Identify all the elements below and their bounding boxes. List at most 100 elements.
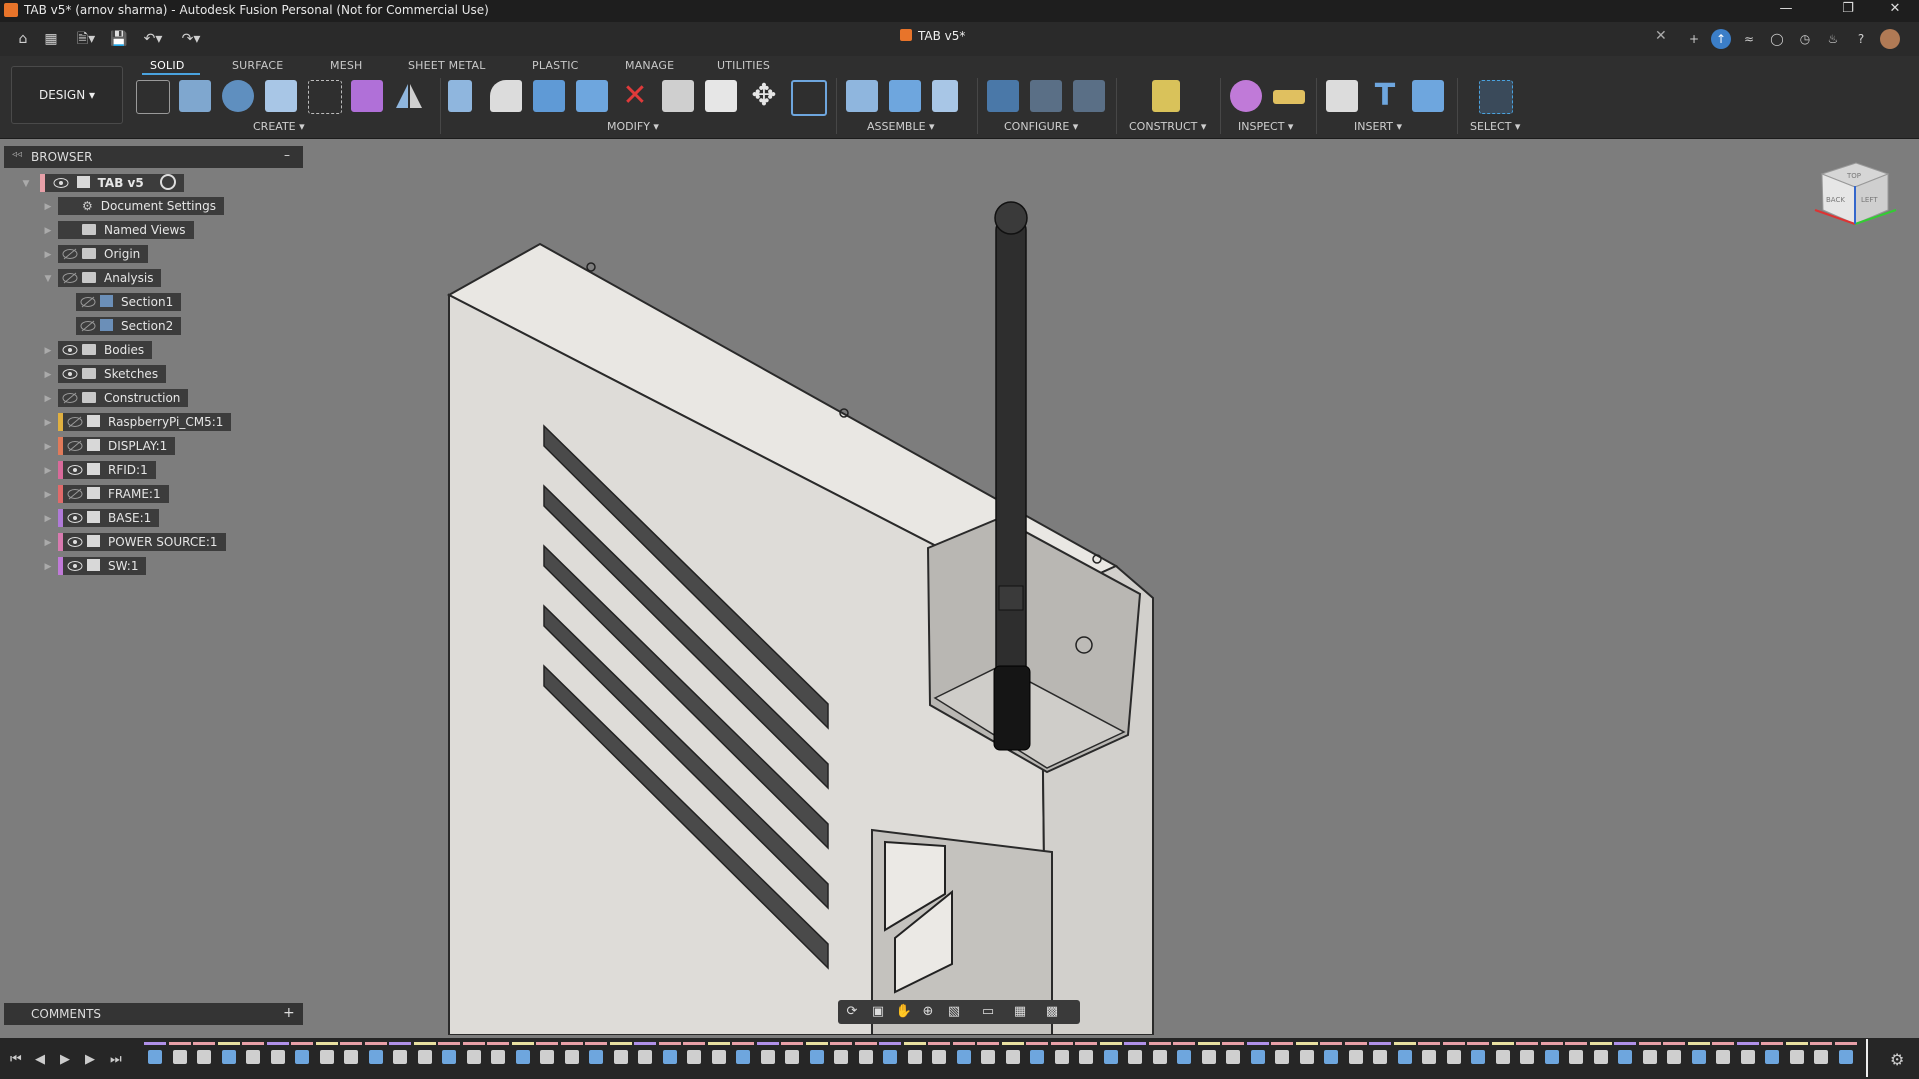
timeline-feature-strip[interactable]: [144, 1038, 1874, 1079]
timeline-feature-icon[interactable]: [1128, 1050, 1142, 1064]
timeline-feature-icon[interactable]: [368, 1050, 383, 1064]
visibility-eye-icon[interactable]: [67, 464, 83, 476]
timeline-feature-icon[interactable]: [1838, 1050, 1853, 1064]
play-icon[interactable]: ▶: [60, 1052, 70, 1067]
comments-panel-header[interactable]: COMMENTS +: [4, 1003, 303, 1025]
expand-arrow-icon[interactable]: ▶: [42, 465, 54, 477]
home-icon[interactable]: ⌂: [12, 28, 34, 50]
timeline-feature-icon[interactable]: [1373, 1050, 1387, 1064]
timeline-feature-icon[interactable]: [1569, 1050, 1583, 1064]
fillet-icon[interactable]: [490, 80, 522, 112]
browser-item[interactable]: Origin: [58, 245, 149, 263]
timeline-feature-icon[interactable]: [1544, 1050, 1559, 1064]
timeline-feature-icon[interactable]: [491, 1050, 505, 1064]
timeline-settings-gear-icon[interactable]: ⚙: [1890, 1050, 1904, 1069]
timeline-feature-icon[interactable]: [883, 1050, 897, 1064]
notifications-bell-icon[interactable]: ♨: [1823, 29, 1843, 49]
timeline-feature-icon[interactable]: [760, 1050, 775, 1064]
timeline-feature-icon[interactable]: [834, 1050, 848, 1064]
timeline-feature-icon[interactable]: [515, 1050, 530, 1064]
expand-arrow-icon[interactable]: ▶: [42, 417, 54, 429]
restore-icon[interactable]: ❐: [1833, 1, 1863, 16]
tab-plastic[interactable]: PLASTIC: [532, 59, 579, 72]
browser-item[interactable]: FRAME:1: [58, 485, 169, 503]
expand-arrow-icon[interactable]: ▶: [42, 201, 54, 213]
tab-utilities[interactable]: UTILITIES: [717, 59, 770, 72]
timeline-feature-icon[interactable]: [1471, 1050, 1485, 1064]
save-icon[interactable]: 💾: [108, 28, 130, 50]
timeline-feature-icon[interactable]: [1814, 1050, 1828, 1064]
look-at-icon[interactable]: ▣: [868, 1003, 888, 1021]
timeline-feature-icon[interactable]: [442, 1050, 456, 1064]
timeline-feature-icon[interactable]: [1079, 1050, 1093, 1064]
pattern-icon[interactable]: [308, 80, 342, 114]
timeline-feature-icon[interactable]: [736, 1050, 750, 1064]
tab-solid[interactable]: SOLID: [150, 59, 184, 72]
mirror-icon[interactable]: [394, 80, 426, 112]
split-body-icon[interactable]: [576, 80, 608, 112]
tab-sheet-metal[interactable]: SHEET METAL: [408, 59, 486, 72]
timeline-feature-icon[interactable]: [981, 1050, 995, 1064]
timeline-feature-icon[interactable]: [1397, 1050, 1412, 1064]
timeline-feature-icon[interactable]: [1740, 1050, 1755, 1064]
timeline-feature-icon[interactable]: [1226, 1050, 1240, 1064]
display-settings-icon[interactable]: ▭: [978, 1003, 998, 1021]
clock-icon[interactable]: ◷: [1795, 29, 1815, 49]
expand-arrow-icon[interactable]: ▶: [42, 345, 54, 357]
expand-arrow-icon[interactable]: ▶: [42, 489, 54, 501]
visibility-hidden-icon[interactable]: [67, 440, 83, 452]
hole-icon[interactable]: [265, 80, 297, 112]
extensions-icon[interactable]: ↑: [1711, 29, 1731, 49]
online-status-icon[interactable]: ◯: [1767, 29, 1787, 49]
extrude-icon[interactable]: [179, 80, 211, 112]
browser-item[interactable]: POWER SOURCE:1: [58, 533, 226, 551]
browser-item[interactable]: Named Views: [58, 221, 194, 239]
visibility-hidden-icon[interactable]: [62, 272, 78, 284]
expand-arrow-icon[interactable]: ▶: [42, 537, 54, 549]
timeline-marker[interactable]: [1866, 1039, 1868, 1077]
timeline-feature-icon[interactable]: [1422, 1050, 1436, 1064]
delete-icon[interactable]: ✕: [619, 80, 651, 112]
timeline-feature-icon[interactable]: [1593, 1050, 1608, 1064]
browser-item[interactable]: BASE:1: [58, 509, 160, 527]
configure-rule-icon[interactable]: [1030, 80, 1062, 112]
browser-item[interactable]: Section1: [76, 293, 182, 311]
timeline-feature-icon[interactable]: [1275, 1050, 1289, 1064]
as-built-joint-icon[interactable]: [932, 80, 958, 112]
browser-root-node[interactable]: TAB v5: [40, 174, 184, 192]
minimize-icon[interactable]: —: [1771, 1, 1801, 16]
timeline-feature-icon[interactable]: [907, 1050, 922, 1064]
expand-arrow-icon[interactable]: ▼: [20, 178, 32, 190]
browser-item[interactable]: Analysis: [58, 269, 162, 287]
timeline-feature-icon[interactable]: [613, 1050, 628, 1064]
document-tab[interactable]: TAB v5*: [900, 29, 965, 43]
expand-arrow-icon[interactable]: ▶: [42, 393, 54, 405]
shell-icon[interactable]: [662, 80, 694, 112]
visibility-eye-icon[interactable]: [53, 177, 69, 189]
timeline-feature-icon[interactable]: [393, 1050, 407, 1064]
visibility-eye-icon[interactable]: [62, 344, 78, 356]
measure-icon[interactable]: [1273, 90, 1305, 104]
insert-canvas-icon[interactable]: [1412, 80, 1444, 112]
timeline-feature-icon[interactable]: [1667, 1050, 1681, 1064]
browser-item[interactable]: Section2: [76, 317, 182, 335]
browser-item[interactable]: ⚙ Document Settings: [58, 197, 224, 215]
group-modify-label[interactable]: MODIFY ▾: [607, 120, 659, 133]
insert-text-icon[interactable]: T: [1369, 80, 1401, 112]
browser-item[interactable]: RFID:1: [58, 461, 156, 479]
timeline-feature-icon[interactable]: [417, 1050, 432, 1064]
timeline-feature-icon[interactable]: [148, 1050, 162, 1064]
timeline-feature-icon[interactable]: [1324, 1050, 1338, 1064]
timeline-feature-icon[interactable]: [1103, 1050, 1118, 1064]
timeline-feature-icon[interactable]: [1299, 1050, 1314, 1064]
group-inspect-label[interactable]: INSPECT ▾: [1238, 120, 1293, 133]
group-select-label[interactable]: SELECT ▾: [1470, 120, 1520, 133]
visibility-eye-icon[interactable]: [67, 536, 83, 548]
timeline-feature-icon[interactable]: [1030, 1050, 1044, 1064]
timeline-feature-icon[interactable]: [711, 1050, 726, 1064]
tab-surface[interactable]: SURFACE: [232, 59, 283, 72]
insert-derive-icon[interactable]: [1326, 80, 1358, 112]
timeline-feature-icon[interactable]: [858, 1050, 873, 1064]
timeline-feature-icon[interactable]: [197, 1050, 211, 1064]
create-sketch-icon[interactable]: [136, 80, 170, 114]
